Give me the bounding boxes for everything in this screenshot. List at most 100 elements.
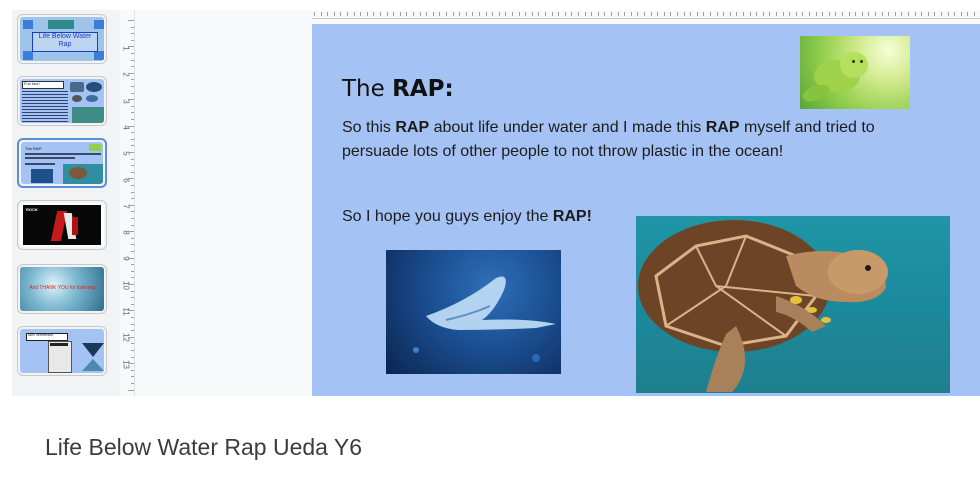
thumb-title: ROCK [26,207,38,212]
sea-turtle-photo[interactable] [636,216,950,393]
slide-thumbnail-5[interactable]: And THANK YOU for listening! [17,264,107,314]
horizontal-ruler-tick [327,12,329,16]
slide-thumbnail-6[interactable]: Alex Vermeirsch [17,326,107,376]
vertical-ruler-number: 3 [121,98,131,104]
horizontal-ruler-tick [914,12,916,16]
horizontal-ruler-tick [604,12,606,16]
vertical-ruler-tick [131,211,134,213]
horizontal-ruler-tick [439,12,441,16]
horizontal-ruler-tick [941,12,942,16]
vertical-ruler-tick [131,105,134,107]
horizontal-ruler-tick [815,12,817,16]
horizontal-ruler-tick [736,12,738,16]
vertical-ruler-tick [131,303,134,305]
slide-filmstrip[interactable]: Life Below Water Rap Fun fact! The RAP: [12,10,120,396]
horizontal-ruler-tick [558,12,560,16]
horizontal-ruler-tick [644,12,645,16]
horizontal-ruler-tick [729,12,731,16]
thumb-title: And THANK YOU for listening! [29,285,97,291]
vertical-ruler-tick [131,39,134,41]
horizontal-ruler-tick [670,12,672,16]
vertical-ruler-tick [131,237,134,239]
slide-thumbnail-3[interactable]: The RAP: [17,138,107,188]
vertical-ruler-tick [131,158,134,160]
horizontal-ruler-tick [446,12,447,16]
vertical-ruler-tick [131,224,134,226]
slide-paragraph-2: So I hope you guys enjoy the RAP! [342,208,592,225]
horizontal-ruler-tick [809,12,810,16]
vertical-ruler-tick [131,53,134,54]
slide-title: The RAP: [342,76,454,102]
horizontal-ruler-tick [545,12,546,16]
horizontal-ruler-tick [624,12,626,16]
horizontal-ruler-tick [505,12,507,16]
horizontal-ruler-tick [828,12,830,16]
horizontal-ruler-tick [617,12,619,16]
vertical-ruler-tick [128,20,134,21]
slide-thumbnail-2[interactable]: Fun fact! [17,76,107,126]
horizontal-ruler-tick [485,12,487,16]
vertical-ruler-number: 12 [121,333,131,343]
vertical-ruler-tick [128,99,134,101]
horizontal-ruler-tick [380,12,381,16]
horizontal-ruler-tick [848,12,850,16]
horizontal-ruler-tick [578,12,579,16]
horizontal-ruler-tick [888,12,890,16]
horizontal-ruler-tick [822,12,824,16]
thumb-title: Life Below Water Rap [38,33,92,48]
horizontal-ruler-tick [749,12,751,16]
horizontal-ruler-tick [630,12,632,16]
horizontal-ruler-tick [459,12,461,16]
horizontal-ruler-tick [710,12,711,16]
horizontal-ruler-tick [782,12,784,16]
vertical-ruler-tick [131,317,134,318]
vertical-ruler-tick [131,79,134,81]
horizontal-ruler-tick [584,12,586,16]
slide-thumbnail-1[interactable]: Life Below Water Rap [17,14,107,64]
horizontal-ruler [312,10,980,19]
vertical-ruler-tick [131,132,134,134]
horizontal-ruler-tick [835,12,837,16]
horizontal-ruler-tick [373,12,375,16]
horizontal-ruler-tick [723,12,725,16]
horizontal-ruler-tick [419,12,421,16]
horizontal-ruler-tick [756,12,758,16]
horizontal-ruler-tick [881,12,883,16]
horizontal-ruler-tick [426,12,428,16]
stingray-photo[interactable] [386,250,561,374]
vertical-ruler-tick [131,66,134,68]
horizontal-ruler-tick [769,12,771,16]
vertical-ruler-tick [131,26,134,28]
slide-thumbnail-4[interactable]: ROCK [17,200,107,250]
thumb-title: The RAP: [25,146,43,151]
vertical-ruler-tick [131,343,134,345]
horizontal-ruler-tick [479,12,480,16]
vertical-ruler-tick [131,112,134,114]
horizontal-ruler-tick [531,12,533,16]
horizontal-ruler-tick [861,12,863,16]
vertical-ruler-tick [131,270,134,272]
seal-photo[interactable] [800,36,910,109]
horizontal-ruler-tick [571,12,573,16]
vertical-ruler-tick [131,59,134,61]
vertical-ruler-number: 6 [121,177,131,183]
vertical-ruler-number: 2 [121,72,131,78]
horizontal-ruler-tick [868,12,870,16]
vertical-ruler-tick [131,290,134,292]
horizontal-ruler-tick [591,12,593,16]
current-slide[interactable]: The RAP: So this RAP about life under wa… [312,24,980,396]
horizontal-ruler-tick [921,12,923,16]
vertical-ruler-number: 11 [121,307,131,316]
horizontal-ruler-tick [894,12,896,16]
vertical-ruler-tick [131,198,134,200]
horizontal-ruler-tick [703,12,705,16]
horizontal-ruler-tick [716,12,718,16]
horizontal-ruler-tick [538,12,540,16]
horizontal-ruler-tick [776,12,777,16]
horizontal-ruler-tick [472,12,474,16]
horizontal-ruler-tick [934,12,936,16]
horizontal-ruler-tick [802,12,804,16]
vertical-ruler-tick [131,33,134,35]
horizontal-ruler-tick [406,12,408,16]
horizontal-ruler-tick [498,12,500,16]
